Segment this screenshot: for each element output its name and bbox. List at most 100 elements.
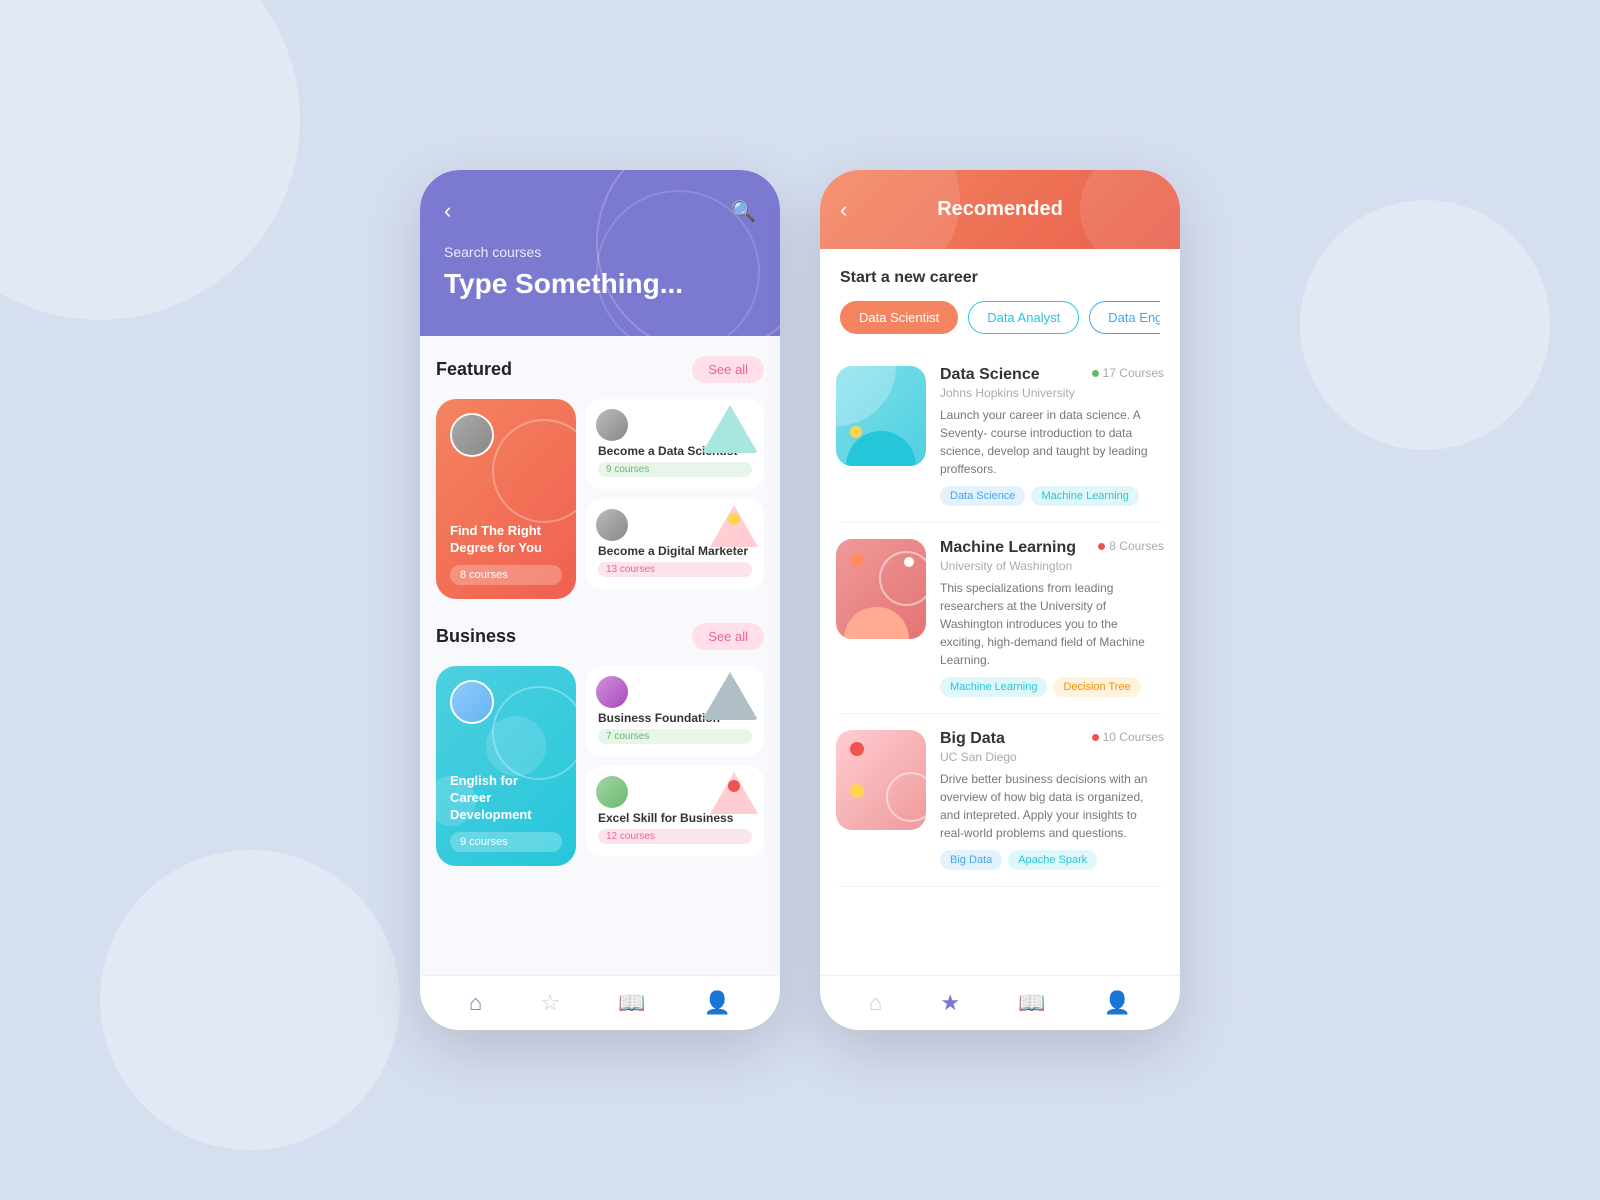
- ds-desc: Launch your career in data science. A Se…: [940, 406, 1164, 478]
- course-item-bd[interactable]: Big Data 10 Courses UC San Diego Drive b…: [836, 714, 1164, 887]
- featured-avatar: [450, 413, 494, 457]
- side-avatar-1: [596, 409, 628, 441]
- nav2-person-icon[interactable]: 👤: [1104, 990, 1131, 1016]
- course-thumb-ds: [836, 366, 926, 466]
- nav-home-icon[interactable]: ⌂: [469, 990, 482, 1016]
- ds-tags: Data Science Machine Learning: [940, 486, 1164, 506]
- business-main-avatar: [450, 680, 494, 724]
- business-avatar-img: [452, 682, 492, 722]
- bd-yellow-dot: [850, 784, 864, 798]
- pink-triangle: [710, 505, 758, 547]
- ds-name-row: Data Science 17 Courses: [940, 366, 1164, 384]
- business-main-courses: 9 courses: [450, 832, 562, 852]
- featured-side-card-1[interactable]: Become a Data Scientist 9 courses: [586, 399, 764, 489]
- course-info-ml: Machine Learning 8 Courses University of…: [940, 539, 1164, 697]
- business-title: Business: [436, 626, 516, 647]
- featured-main-card[interactable]: Find The Right Degree for You 8 courses: [436, 399, 576, 599]
- ml-name-row: Machine Learning 8 Courses: [940, 539, 1164, 557]
- search-label: Search courses: [444, 244, 756, 260]
- ml-university: University of Washington: [940, 559, 1164, 573]
- featured-card-courses: 8 courses: [450, 565, 562, 585]
- pill-data-analyst[interactable]: Data Analyst: [968, 301, 1079, 334]
- bd-name-row: Big Data 10 Courses: [940, 730, 1164, 748]
- recommended-header: ‹ Recomended: [820, 170, 1180, 249]
- phone-search: ‹ 🔍 Search courses Type Something... Fea…: [420, 170, 780, 1030]
- nav-person-icon[interactable]: 👤: [704, 990, 731, 1016]
- back-button-2[interactable]: ‹: [840, 197, 847, 223]
- ml-name: Machine Learning: [940, 539, 1076, 557]
- side-card-courses-2: 13 courses: [598, 562, 752, 577]
- card-decoration-2: [710, 505, 758, 547]
- career-pills: Data Scientist Data Analyst Data Enginee…: [840, 301, 1160, 338]
- biz-card-deco-1: [702, 672, 758, 720]
- bd-tag-1[interactable]: Apache Spark: [1008, 850, 1097, 870]
- nav2-star-icon[interactable]: ★: [940, 990, 960, 1016]
- thumb-ml-bg: [836, 539, 926, 639]
- course-info-ds: Data Science 17 Courses Johns Hopkins Un…: [940, 366, 1164, 506]
- search-placeholder[interactable]: Type Something...: [444, 268, 756, 300]
- featured-see-all[interactable]: See all: [692, 356, 764, 383]
- business-see-all[interactable]: See all: [692, 623, 764, 650]
- featured-side-cards: Become a Data Scientist 9 courses Become…: [586, 399, 764, 599]
- ds-count-text: 17 Courses: [1103, 366, 1164, 380]
- business-side-card-1[interactable]: Business Foundation 7 courses: [586, 666, 764, 756]
- side-card-courses-1: 9 courses: [598, 462, 752, 477]
- bg-decoration-1: [0, 0, 300, 320]
- search-icon[interactable]: 🔍: [731, 199, 756, 224]
- bd-count-dot: [1092, 734, 1099, 741]
- ds-tag-0[interactable]: Data Science: [940, 486, 1025, 506]
- ml-count-text: 8 Courses: [1109, 539, 1164, 553]
- bd-tags: Big Data Apache Spark: [940, 850, 1164, 870]
- ds-tag-1[interactable]: Machine Learning: [1031, 486, 1138, 506]
- biz-teal-tri: [702, 672, 758, 720]
- biz-side-courses-2: 12 courses: [598, 829, 752, 844]
- featured-side-card-2[interactable]: Become a Digital Marketer 13 courses: [586, 499, 764, 589]
- ml-orange-dot: [850, 553, 864, 567]
- card-decoration: [702, 405, 758, 453]
- business-section-header: Business See all: [436, 623, 764, 650]
- ds-name: Data Science: [940, 366, 1040, 384]
- course-item-ml[interactable]: Machine Learning 8 Courses University of…: [836, 523, 1164, 714]
- pill-data-engineer[interactable]: Data Engineer: [1089, 301, 1160, 334]
- bd-tag-0[interactable]: Big Data: [940, 850, 1002, 870]
- pill-data-scientist[interactable]: Data Scientist: [840, 301, 958, 334]
- business-main-card[interactable]: English for Career Development 9 courses: [436, 666, 576, 866]
- ds-quarter: [836, 366, 896, 426]
- biz-side-avatar-1: [596, 676, 628, 708]
- business-side-cards: Business Foundation 7 courses Excel Skil…: [586, 666, 764, 866]
- bg-decoration-2: [100, 850, 400, 1150]
- course-item-data-science[interactable]: Data Science 17 Courses Johns Hopkins Un…: [836, 350, 1164, 523]
- ml-tag-1[interactable]: Decision Tree: [1053, 677, 1140, 697]
- ds-count: 17 Courses: [1092, 366, 1164, 380]
- side-avatar-2: [596, 509, 628, 541]
- nav-book-icon[interactable]: 📖: [618, 990, 645, 1016]
- featured-section-header: Featured See all: [436, 356, 764, 383]
- back-button[interactable]: ‹: [444, 198, 451, 224]
- bd-count: 10 Courses: [1092, 730, 1164, 744]
- business-side-card-2[interactable]: Excel Skill for Business 12 courses: [586, 766, 764, 856]
- ml-tag-0[interactable]: Machine Learning: [940, 677, 1047, 697]
- phones-container: ‹ 🔍 Search courses Type Something... Fea…: [420, 170, 1180, 1030]
- bottom-nav-1: ⌂ ☆ 📖 👤: [420, 975, 780, 1030]
- ml-desc: This specializations from leading resear…: [940, 579, 1164, 669]
- bd-name: Big Data: [940, 730, 1005, 748]
- yellow-dot: [728, 513, 740, 525]
- ds-university: Johns Hopkins University: [940, 386, 1164, 400]
- biz-side-courses-1: 7 courses: [598, 729, 752, 744]
- recommended-title: Recomended: [937, 198, 1063, 221]
- bd-university: UC San Diego: [940, 750, 1164, 764]
- ml-count-dot: [1098, 543, 1105, 550]
- ml-circle: [879, 551, 926, 606]
- ml-count: 8 Courses: [1098, 539, 1164, 553]
- ml-peach-bottom: [844, 607, 909, 639]
- nav2-home-icon[interactable]: ⌂: [869, 990, 882, 1016]
- thumb-bd-bg: [836, 730, 926, 830]
- phone-recommended: ‹ Recomended Start a new career Data Sci…: [820, 170, 1180, 1030]
- course-thumb-bd: [836, 730, 926, 830]
- bottom-nav-2: ⌂ ★ 📖 👤: [820, 975, 1180, 1030]
- thumb-ds-bg: [836, 366, 926, 466]
- nav2-book-icon[interactable]: 📖: [1018, 990, 1045, 1016]
- bd-circle: [886, 772, 926, 822]
- nav-star-icon[interactable]: ☆: [540, 990, 560, 1016]
- bg-decoration-3: [1300, 200, 1550, 450]
